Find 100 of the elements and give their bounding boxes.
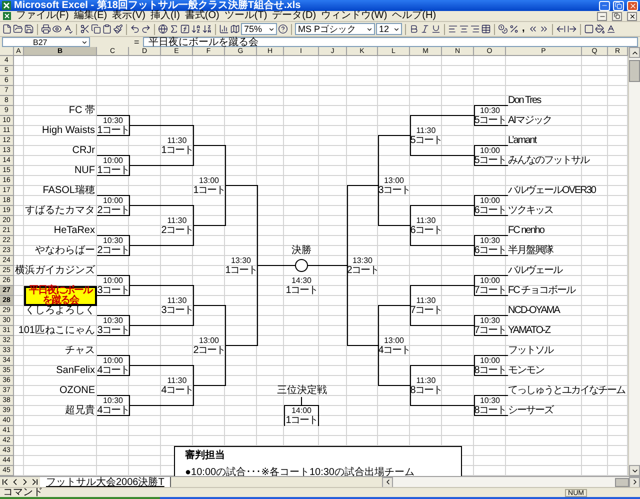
team-name: バルヴェールOVER30 bbox=[507, 186, 597, 196]
chevrons-right-icon[interactable] bbox=[538, 24, 549, 34]
equals-button[interactable]: = bbox=[134, 37, 140, 47]
match-court: 5コート bbox=[409, 136, 443, 146]
menu-item[interactable]: ウィンドウ(W) bbox=[321, 11, 388, 21]
square-icon[interactable] bbox=[584, 24, 594, 34]
final-line bbox=[307, 265, 348, 266]
match-time: 11:30 bbox=[415, 126, 437, 136]
spellcheck-icon[interactable] bbox=[63, 24, 73, 34]
folder-icon[interactable] bbox=[13, 24, 23, 34]
sort-ascending-icon[interactable] bbox=[191, 24, 201, 34]
undo-icon[interactable] bbox=[130, 24, 140, 34]
font-size-select[interactable]: 12 bbox=[376, 23, 402, 35]
team-name: みんなのフットサル bbox=[507, 156, 590, 166]
close-icon bbox=[628, 12, 636, 20]
team-name: FASOL瑞穂 bbox=[42, 186, 96, 196]
outdent-icon[interactable] bbox=[556, 24, 566, 34]
document-icon[interactable] bbox=[3, 12, 11, 20]
coins-icon[interactable] bbox=[498, 24, 508, 34]
match-court: 1コート bbox=[192, 186, 226, 196]
match-time: 13:00 bbox=[198, 176, 220, 186]
scrollbar-thumb[interactable] bbox=[615, 478, 629, 486]
team-name: YAMATO-Z bbox=[507, 326, 552, 336]
note-title: 審判担当 bbox=[185, 450, 226, 461]
match-time: 13:00 bbox=[198, 336, 220, 346]
eye-icon[interactable] bbox=[52, 24, 62, 34]
underline-icon[interactable] bbox=[431, 24, 441, 34]
match-time: 10:00 bbox=[478, 196, 502, 206]
match-time: 10:30 bbox=[478, 396, 502, 406]
match-time: 14:00 bbox=[290, 406, 313, 416]
scroll-up-button[interactable] bbox=[629, 47, 640, 58]
globe-icon[interactable] bbox=[158, 24, 168, 34]
paint-bucket-icon[interactable] bbox=[594, 24, 605, 34]
sheet-tab[interactable]: フットサル大会2006決勝T bbox=[40, 477, 172, 487]
match-court: 8コート bbox=[473, 406, 507, 416]
save-icon[interactable] bbox=[24, 24, 34, 34]
scissors-icon[interactable] bbox=[80, 24, 90, 34]
formula-field[interactable]: 平日夜にボールを蹴る会 bbox=[143, 37, 638, 47]
close-button[interactable] bbox=[627, 12, 637, 20]
menu-item[interactable]: 編集(E) bbox=[74, 11, 108, 21]
name-box[interactable]: B27 bbox=[2, 37, 90, 47]
match-court: 4コート bbox=[96, 366, 130, 376]
help-icon[interactable] bbox=[278, 24, 288, 34]
match-court: 6コート bbox=[409, 226, 443, 236]
scroll-left-button[interactable] bbox=[382, 476, 393, 488]
menu-item[interactable]: ツール(T) bbox=[224, 11, 268, 21]
menu-item[interactable]: ファイル(F) bbox=[16, 11, 69, 21]
match-time: 11:30 bbox=[166, 216, 188, 226]
match-court: 6コート bbox=[473, 206, 507, 216]
menu-item[interactable]: 挿入(I) bbox=[150, 11, 180, 21]
align-right-icon[interactable] bbox=[470, 24, 480, 34]
font-select[interactable]: MS Pゴシック bbox=[295, 23, 375, 35]
match-time: 10:00 bbox=[478, 276, 502, 286]
printer-icon[interactable] bbox=[41, 24, 51, 34]
italic-icon[interactable] bbox=[420, 24, 430, 34]
file-icon[interactable] bbox=[2, 24, 12, 34]
menu-item[interactable]: データ(D) bbox=[272, 11, 316, 21]
match-court: 1コート bbox=[96, 126, 130, 136]
clipboard-icon[interactable] bbox=[102, 24, 112, 34]
align-left-icon[interactable] bbox=[448, 24, 458, 34]
indent-icon[interactable] bbox=[566, 24, 577, 34]
restore-icon bbox=[615, 2, 622, 9]
percent-icon[interactable] bbox=[509, 24, 519, 34]
paintbrush-icon[interactable] bbox=[113, 24, 123, 34]
copy-icon[interactable] bbox=[91, 24, 101, 34]
scroll-right-button[interactable] bbox=[629, 476, 640, 488]
match-time: 10:30 bbox=[102, 316, 124, 326]
menu-item[interactable]: 書式(O) bbox=[184, 11, 220, 21]
team-name: フットソル bbox=[507, 346, 554, 356]
menu-item[interactable]: 表示(V) bbox=[112, 11, 146, 21]
match-time: 11:30 bbox=[415, 376, 437, 386]
first-sheet-icon[interactable] bbox=[0, 477, 10, 487]
bold-icon[interactable] bbox=[409, 24, 419, 34]
align-center-icon[interactable] bbox=[459, 24, 469, 34]
last-sheet-icon[interactable] bbox=[30, 477, 40, 487]
map-icon[interactable] bbox=[230, 24, 240, 34]
scrollbar-thumb[interactable] bbox=[629, 60, 640, 82]
function-icon[interactable] bbox=[180, 24, 190, 34]
team-name: てっしゅうとユカイなチーム bbox=[507, 386, 626, 396]
chevrons-left-icon[interactable] bbox=[528, 24, 538, 34]
match-court: 3コート bbox=[377, 186, 411, 196]
minimize-button[interactable] bbox=[597, 12, 607, 20]
sort-descending-icon[interactable] bbox=[202, 24, 212, 34]
table-icon[interactable] bbox=[481, 24, 491, 34]
comma-style-button[interactable]: , bbox=[520, 24, 527, 34]
team-name: 横浜ガイカジンズ bbox=[14, 266, 96, 276]
match-court: 2コート bbox=[96, 206, 130, 216]
chart-icon[interactable] bbox=[219, 24, 229, 34]
menu-item[interactable]: ヘルプ(H) bbox=[392, 11, 436, 21]
sigma-icon[interactable] bbox=[169, 24, 179, 34]
baseline-icon[interactable] bbox=[606, 24, 616, 34]
scroll-down-button[interactable] bbox=[629, 465, 640, 476]
caret-icon bbox=[393, 26, 400, 32]
redo-icon[interactable] bbox=[141, 24, 151, 34]
final-title: 決勝 bbox=[292, 246, 312, 256]
team-name: NCD-OYAMA bbox=[507, 306, 561, 316]
team-name: HeTaRex bbox=[52, 226, 96, 236]
restore-button[interactable] bbox=[612, 12, 622, 20]
match-time: 10:30 bbox=[478, 236, 502, 246]
zoom-select[interactable]: 75% bbox=[241, 23, 277, 35]
